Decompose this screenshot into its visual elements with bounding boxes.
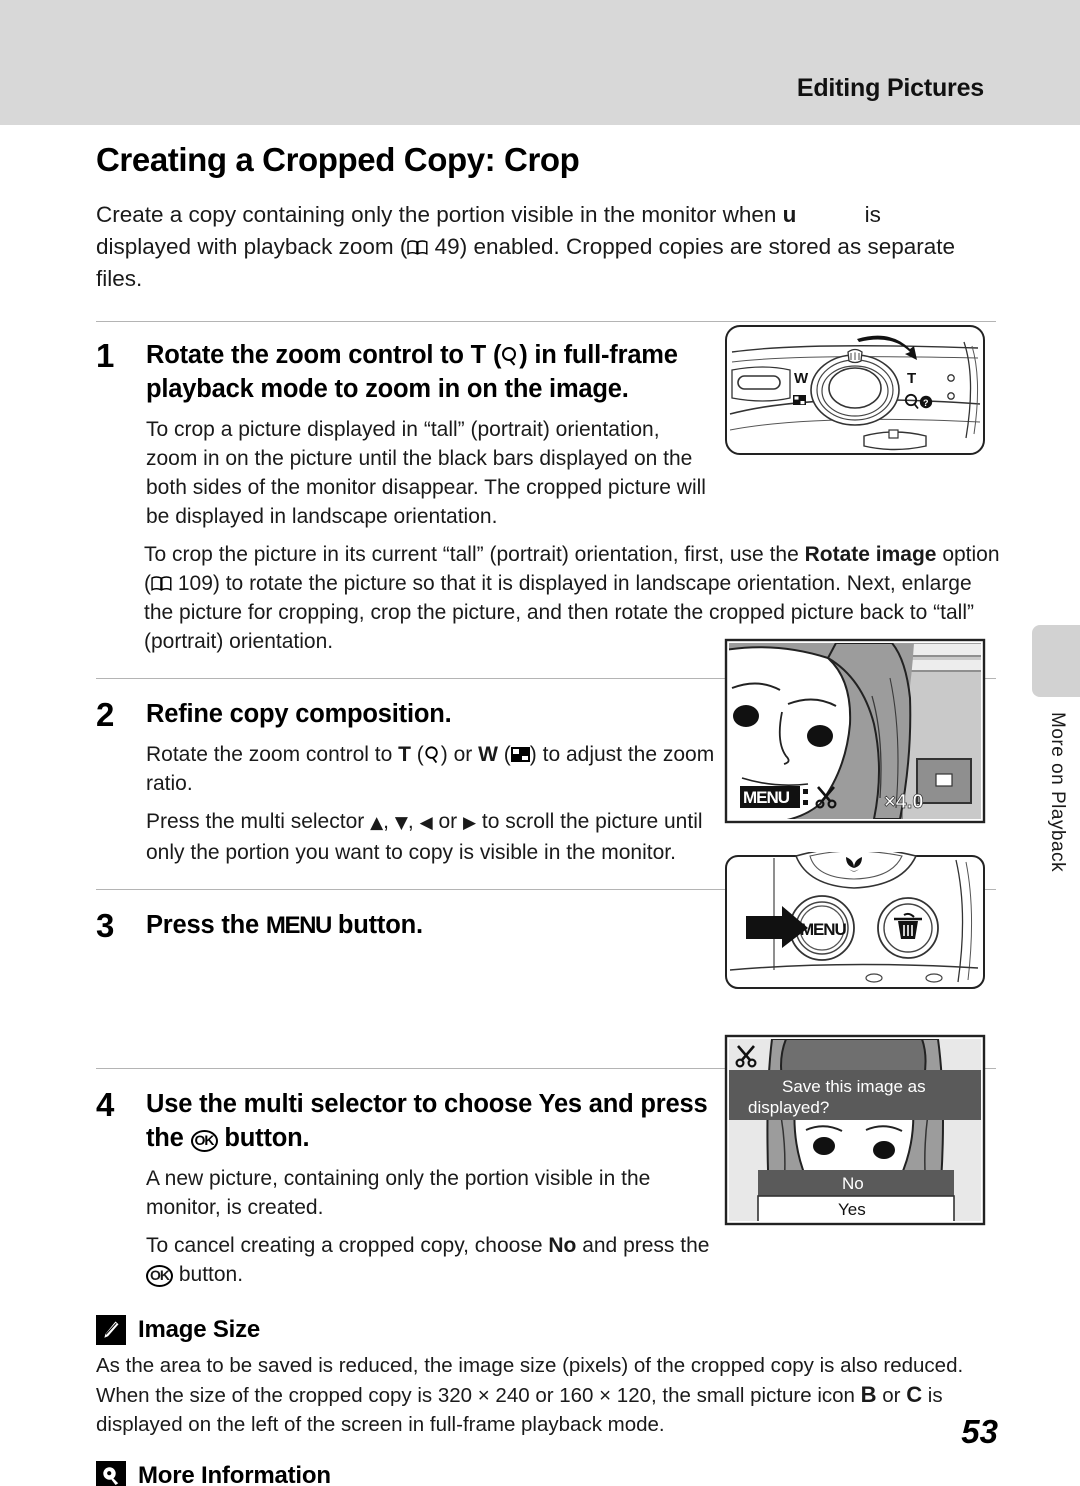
note-image-size-head: Image Size [96, 1315, 996, 1345]
lightbulb-icon [96, 1461, 126, 1486]
step-2-paragraph-1: Rotate the zoom control to T () or W () … [146, 740, 726, 798]
intro-text-1: Create a copy containing only the portio… [96, 202, 783, 227]
step-4-number: 4 [96, 1086, 115, 1123]
svg-text:MENU: MENU [743, 788, 790, 807]
svg-text:?: ? [923, 398, 929, 408]
page-title: Creating a Cropped Copy: Crop [96, 141, 580, 178]
step-3-number: 3 [96, 907, 115, 944]
step-2-sep-1: , [383, 810, 395, 833]
step-1-ref-page: 109 [177, 572, 213, 595]
camera-back-illustration: MENU [725, 847, 985, 989]
pencil-icon [96, 1315, 126, 1345]
note-0-b: or [882, 1384, 907, 1407]
camera-top-illustration: W T ? [725, 325, 985, 455]
small-picture-icon-c: C [906, 1382, 923, 1407]
note-image-size-body: As the area to be saved is reduced, the … [96, 1351, 986, 1439]
step-2-sep-2: , [407, 810, 420, 833]
step-1-heading-a: Rotate the zoom control to [146, 341, 471, 369]
page-header-band [0, 0, 1080, 125]
figure-confirm-dialog: Save this image as displayed? No Yes [724, 1034, 986, 1226]
step-2-number: 2 [96, 696, 115, 733]
ok-button-icon: OK [190, 1130, 218, 1152]
step-3-heading-a: Press the [146, 911, 266, 939]
dialog-option-yes: Yes [838, 1200, 866, 1219]
step-1-p2-a: To crop the picture in its current “tall… [144, 543, 805, 566]
step-1-zoom-t-label: T [470, 341, 487, 369]
side-tab-label: More on Playback [1047, 712, 1068, 873]
step-2-p1-c: ) or [440, 743, 479, 766]
confirm-dialog-illustration: Save this image as displayed? No Yes [724, 1034, 986, 1226]
step-1-heading: Rotate the zoom control to T () in full-… [146, 338, 716, 406]
multi-selector-right-icon: ▶ [463, 813, 477, 833]
intro-ref-page: 49 [434, 234, 460, 259]
multi-selector-left-icon: ◀ [419, 813, 433, 833]
dialog-message-line-2: displayed? [748, 1098, 829, 1117]
svg-text:T: T [907, 370, 916, 387]
step-2-p2-a: Press the multi selector [146, 810, 371, 833]
side-tab-block [1032, 625, 1080, 697]
note-more-information: More Information See “Image/Sound File a… [96, 1461, 996, 1486]
note-image-size-title: Image Size [138, 1316, 261, 1343]
magnify-icon [502, 347, 517, 366]
menu-button-label: MENU [265, 912, 332, 939]
figure-monitor-zoom: MENU ×4.0 [724, 638, 986, 824]
book-ref-icon [407, 240, 428, 255]
step-2-or: or [432, 810, 464, 833]
menu-button-text: MENU [800, 920, 846, 939]
pencil-glyph [104, 1321, 119, 1338]
step-4-heading: Use the multi selector to choose Yes and… [146, 1087, 716, 1155]
step-1-heading-b: ( [486, 341, 502, 369]
lightbulb-glyph [103, 1467, 119, 1485]
step-1-paragraph-1: To crop a picture displayed in “tall” (p… [146, 418, 706, 528]
note-more-info-title: More Information [138, 1462, 331, 1486]
note-0-a: As the area to be saved is reduced, the … [96, 1354, 964, 1407]
multi-selector-up-icon: ▲ [370, 813, 384, 833]
dialog-option-no: No [842, 1174, 864, 1193]
small-picture-icon-b: B [860, 1382, 877, 1407]
page-header-title: Editing Pictures [796, 74, 984, 102]
svg-text:×4.0: ×4.0 [884, 791, 923, 813]
step-2-paragraph-2: Press the multi selector ▲, ▼, ◀ or ▶ to… [146, 807, 726, 867]
intro-paragraph: Create a copy containing only the portio… [96, 199, 956, 295]
step-4-heading-c: button. [217, 1124, 310, 1152]
step-4-p2-b: and press the [576, 1234, 710, 1257]
intro-monitor-glyph: u [782, 202, 797, 227]
book-ref-icon [151, 576, 172, 591]
figure-camera-top: W T ? [724, 318, 986, 466]
step-4-heading-a: Use the multi selector to choose [146, 1090, 539, 1118]
step-4-p2-c: button. [173, 1263, 244, 1286]
multi-selector-down-icon: ▼ [394, 813, 408, 833]
yes-option-label: Yes [538, 1090, 583, 1118]
step-3-heading-b: button. [330, 911, 423, 939]
zoom-t-label: T [398, 743, 411, 766]
manual-page: Editing Pictures More on Playback 53 Cre… [0, 0, 1080, 1486]
step-4-p2-a: To cancel creating a cropped copy, choos… [146, 1234, 549, 1257]
ok-button-icon: OK [146, 1265, 173, 1287]
step-2-p1-b: ( [410, 743, 424, 766]
note-image-size: Image Size As the area to be saved is re… [96, 1315, 996, 1439]
no-option-label: No [548, 1234, 577, 1257]
step-2-p1-d: ( [497, 743, 511, 766]
step-2-p1-a: Rotate the zoom control to [146, 743, 399, 766]
zoom-w-label: W [478, 743, 498, 766]
figure-camera-back: MENU [724, 847, 986, 1002]
step-1-number: 1 [96, 337, 115, 374]
monitor-zoom-illustration: MENU ×4.0 [724, 638, 986, 824]
svg-text:W: W [794, 370, 809, 387]
step-4-paragraph-1: A new picture, containing only the porti… [146, 1167, 651, 1219]
rotate-image-option-name: Rotate image [804, 543, 937, 566]
dialog-message-line-1: Save this image as [782, 1077, 926, 1096]
thumbnail-grid-icon [510, 747, 530, 762]
step-4-paragraph-2: To cancel creating a cropped copy, choos… [146, 1231, 711, 1289]
note-more-info-head: More Information [96, 1461, 996, 1486]
magnify-icon [425, 746, 438, 764]
